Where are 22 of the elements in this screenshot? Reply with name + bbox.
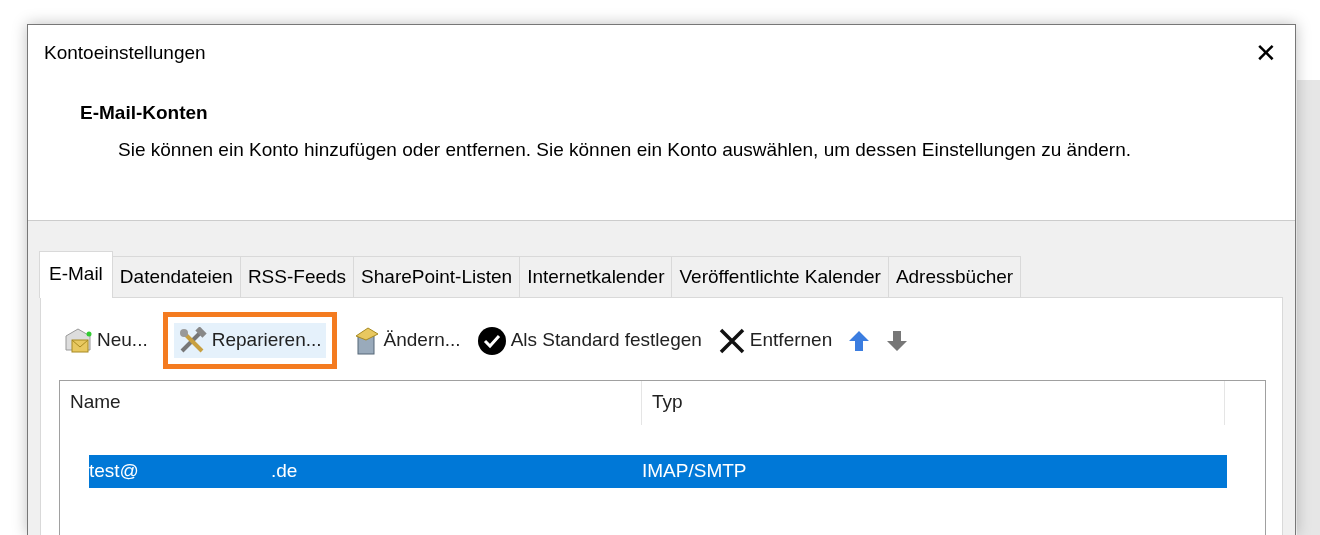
account-name-start: test@ (89, 458, 139, 483)
toolbar-button[interactable]: Als Standard festlegen (472, 322, 706, 359)
section-description: Sie können ein Konto hinzufügen oder entfernen. Sie können ein Konto auswählen, um dessen Einstellungen zu ändern. (117, 137, 1132, 162)
tools-icon (177, 326, 208, 355)
toolbar-button[interactable]: Ändern... (347, 322, 465, 359)
list-row[interactable]: test@ .de IMAP/SMTP (89, 454, 1227, 488)
toolbar-button[interactable]: Neu... (59, 322, 152, 359)
window-title: Kontoeinstellungen (44, 40, 206, 65)
section-title: E-Mail-Konten (80, 101, 209, 125)
close-button[interactable]: ✕ (1249, 40, 1283, 66)
column-header[interactable]: Name (60, 380, 642, 425)
tab[interactable]: Adressbücher (887, 256, 1022, 297)
toolbar-button[interactable]: Reparieren... (173, 323, 326, 358)
up-arrow-icon (848, 329, 871, 352)
account-name-end: .de (270, 458, 298, 483)
toolbar-button[interactable]: Entfernen (713, 323, 837, 358)
down-arrow-icon (886, 329, 909, 352)
tab[interactable]: E-Mail (39, 251, 113, 298)
remove-icon (717, 326, 746, 355)
checkmark-icon (476, 325, 507, 356)
column-header[interactable]: Typ (642, 380, 1225, 425)
account-type: IMAP/SMTP (642, 458, 747, 483)
